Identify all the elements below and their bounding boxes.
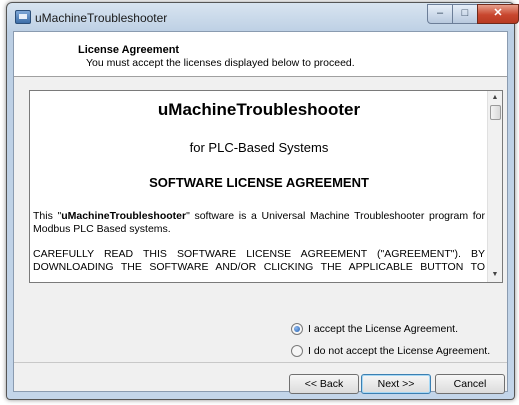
window-title: uMachineTroubleshooter — [35, 11, 168, 25]
cancel-button[interactable]: Cancel — [435, 374, 505, 394]
maximize-icon: □ — [461, 7, 469, 19]
page-subtitle: You must accept the licenses displayed b… — [86, 57, 355, 69]
maximize-button[interactable]: □ — [452, 4, 478, 24]
accept-label: I accept the License Agreement. — [308, 323, 459, 335]
wizard-header: License Agreement You must accept the li… — [14, 32, 507, 77]
license-scrollbar[interactable]: ▲ ▼ — [487, 91, 502, 282]
license-product-title: uMachineTroubleshooter — [157, 100, 361, 119]
license-content: uMachineTroubleshooter for PLC-Based Sys… — [30, 91, 488, 282]
footer-separator — [14, 362, 507, 363]
back-button[interactable]: << Back — [289, 374, 359, 394]
license-product-subtitle: for PLC-Based Systems — [189, 140, 329, 155]
close-button[interactable]: ✕ — [477, 4, 519, 24]
decline-radio[interactable] — [291, 345, 303, 357]
decline-option[interactable]: I do not accept the License Agreement. — [291, 345, 490, 357]
minimize-icon: ‒ — [436, 7, 444, 19]
dialog-body: License Agreement You must accept the li… — [13, 31, 508, 394]
scroll-down-icon[interactable]: ▼ — [488, 268, 502, 282]
license-text-box[interactable]: uMachineTroubleshooter for PLC-Based Sys… — [29, 90, 503, 283]
minimize-button[interactable]: ‒ — [427, 4, 453, 24]
page-title: License Agreement — [78, 44, 180, 56]
scroll-thumb[interactable] — [490, 105, 501, 120]
next-button[interactable]: Next >> — [361, 374, 431, 394]
license-paragraph-1: This "uMachineTroubleshooter" software i… — [33, 210, 485, 236]
scroll-up-icon[interactable]: ▲ — [488, 91, 502, 105]
accept-radio[interactable] — [291, 323, 303, 335]
installer-window: uMachineTroubleshooter ‒ □ ✕ License Agr… — [6, 2, 519, 400]
license-paragraph-2: CAREFULLY READ THIS SOFTWARE LICENSE AGR… — [33, 248, 485, 273]
decline-label: I do not accept the License Agreement. — [308, 345, 491, 357]
app-icon — [15, 10, 31, 24]
accept-option[interactable]: I accept the License Agreement. — [291, 323, 458, 335]
license-heading: SOFTWARE LICENSE AGREEMENT — [149, 175, 369, 190]
title-bar[interactable]: uMachineTroubleshooter ‒ □ ✕ — [7, 3, 519, 31]
license-p1-bold: uMachineTroubleshooter — [61, 210, 187, 222]
license-p1-prefix: This " — [33, 210, 62, 222]
close-icon: ✕ — [493, 7, 503, 19]
